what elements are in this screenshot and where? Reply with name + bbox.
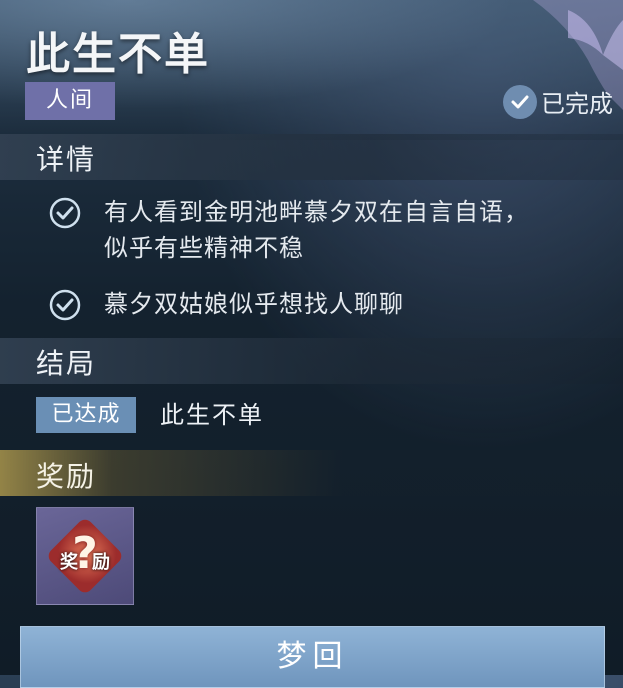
category-tag: 人间	[25, 82, 115, 120]
replay-button[interactable]: 梦回	[20, 626, 605, 688]
quest-title: 此生不单	[26, 29, 210, 80]
details-heading: 详情	[36, 143, 97, 176]
detail-item: 有人看到金明池畔慕夕双在自言自语， 似乎有些精神不稳	[48, 194, 529, 266]
check-circle-icon	[503, 84, 537, 119]
detail-line: 慕夕双姑娘似乎想找人聊聊	[104, 290, 404, 318]
achieved-badge: 已达成	[36, 397, 136, 433]
completion-status: 已完成	[503, 84, 613, 119]
detail-line: 似乎有些精神不稳	[104, 234, 304, 262]
detail-item: 慕夕双姑娘似乎想找人聊聊	[48, 286, 404, 322]
reward-item-slot[interactable]: ? 奖励	[36, 507, 134, 605]
detail-text: 有人看到金明池畔慕夕双在自言自语， 似乎有些精神不稳	[104, 194, 529, 266]
detail-text: 慕夕双姑娘似乎想找人聊聊	[104, 286, 404, 322]
check-circle-outline-icon	[49, 289, 81, 321]
ending-heading: 结局	[36, 347, 97, 380]
ending-name: 此生不单	[160, 401, 264, 429]
status-text: 已完成	[541, 90, 613, 118]
reward-item-label: 奖励	[60, 552, 124, 573]
reward-heading: 奖励	[36, 460, 97, 493]
detail-line: 有人看到金明池畔慕夕双在自言自语，	[104, 198, 529, 226]
check-circle-outline-icon	[49, 197, 81, 229]
